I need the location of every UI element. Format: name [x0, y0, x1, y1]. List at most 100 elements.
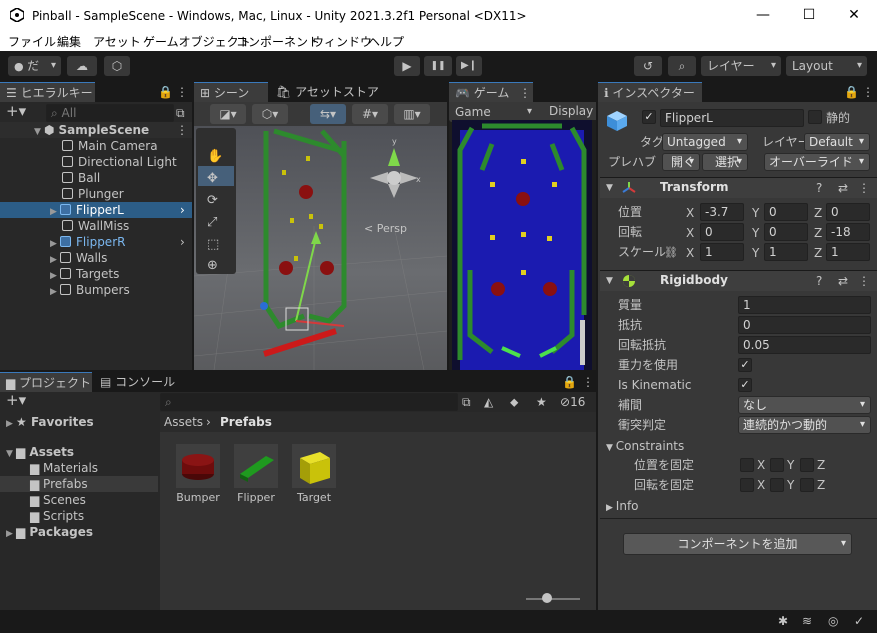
light-bake-icon[interactable]: ◎	[828, 613, 838, 629]
label-icon[interactable]: ⬥	[510, 394, 518, 410]
minimize-button[interactable]: —	[740, 0, 786, 31]
chevron-right-icon[interactable]: ›	[180, 202, 185, 218]
static-checkbox[interactable]	[808, 110, 822, 124]
project-search-input[interactable]: ⌕	[160, 393, 458, 411]
packages-folder[interactable]: ▶ ▆ Packages	[6, 524, 93, 540]
freeze-rot-x-checkbox[interactable]	[740, 478, 754, 492]
scene-viewport[interactable]: ✋ ✥ ⟳ ⤢ ⬚ ⊕ y x < Persp	[194, 126, 447, 370]
history-button[interactable]: ↺	[634, 56, 662, 76]
display-dropdown[interactable]: Display	[549, 103, 593, 119]
kebab-menu-icon[interactable]: ⋮	[862, 84, 874, 100]
lock-icon[interactable]: 🔒	[158, 84, 173, 100]
kebab-menu-icon[interactable]: ⋮	[582, 374, 594, 390]
filter-type-icon[interactable]: ◭	[484, 394, 493, 410]
mass-field[interactable]: 1	[738, 296, 871, 314]
component-menu-icon[interactable]: ⋮	[858, 273, 870, 289]
constraints-foldout[interactable]: ▼ Constraints	[606, 438, 684, 456]
account-dropdown[interactable]: ● だ	[8, 56, 61, 76]
pause-button[interactable]: ❚❚	[424, 56, 452, 76]
is-kinematic-checkbox[interactable]: ✓	[738, 378, 752, 392]
menu-component[interactable]: コンポーネント	[236, 33, 320, 50]
list-item[interactable]: ▶ FlipperR ›	[0, 234, 192, 250]
angular-drag-field[interactable]: 0.05	[738, 336, 871, 354]
tab-project[interactable]: ▆ プロジェクト	[0, 372, 92, 392]
tab-inspector[interactable]: ℹ インスペクター	[598, 82, 702, 102]
list-item[interactable]: Ball	[62, 170, 100, 186]
list-item[interactable]: ▶ Bumpers	[0, 282, 130, 298]
thumbnail-size-slider[interactable]	[526, 598, 580, 600]
add-icon[interactable]: +▾	[6, 103, 26, 119]
drag-field[interactable]: 0	[738, 316, 871, 334]
rotation-y-field[interactable]: 0	[764, 223, 808, 241]
close-button[interactable]: ✕	[831, 0, 877, 31]
slider-handle[interactable]	[542, 593, 552, 603]
menu-window[interactable]: ウィンドウ	[312, 33, 372, 50]
scene-menu-icon[interactable]: ⋮	[176, 122, 188, 138]
tab-console[interactable]: ▤ コンソール	[94, 372, 175, 392]
lock-icon[interactable]: 🔒	[562, 374, 577, 390]
scale-x-field[interactable]: 1	[700, 243, 744, 261]
preset-icon[interactable]: ⇄	[838, 180, 848, 196]
tab-asset-store[interactable]: 🛍 アセットストア	[270, 82, 380, 102]
assets-folder[interactable]: ▼ ▆ Assets	[6, 444, 74, 460]
bug-icon[interactable]: ✱	[778, 613, 788, 629]
cloud-button[interactable]: ☁	[67, 56, 97, 76]
freeze-pos-x-checkbox[interactable]	[740, 458, 754, 472]
component-menu-icon[interactable]: ⋮	[858, 180, 870, 196]
step-button[interactable]: ▶❙	[456, 56, 482, 76]
preset-icon[interactable]: ⇄	[838, 273, 848, 289]
breadcrumb-root[interactable]: Assets	[164, 414, 203, 430]
menu-edit[interactable]: 編集	[57, 33, 81, 50]
layers-dropdown[interactable]: レイヤー	[701, 56, 781, 76]
layer-dropdown[interactable]: Default	[804, 133, 870, 151]
freeze-pos-z-checkbox[interactable]	[800, 458, 814, 472]
freeze-pos-y-checkbox[interactable]	[770, 458, 784, 472]
search-type-icon[interactable]: ⧉	[462, 394, 471, 410]
search-button[interactable]: ⌕	[668, 56, 696, 76]
info-foldout[interactable]: ▶ Info	[606, 498, 639, 516]
menu-gameobject[interactable]: ゲームオブジェクト	[143, 33, 251, 50]
add-icon[interactable]: +▾	[6, 392, 26, 408]
scale-y-field[interactable]: 1	[764, 243, 808, 261]
help-icon[interactable]: ?	[816, 273, 822, 289]
chevron-right-icon[interactable]: ›	[180, 234, 185, 250]
menu-help[interactable]: ヘルプ	[368, 33, 404, 50]
list-item-selected[interactable]: ▶ FlipperL ›	[0, 202, 192, 218]
asset-thumbnail-target[interactable]	[292, 444, 336, 488]
breadcrumb-current[interactable]: Prefabs	[220, 414, 272, 430]
override-dropdown[interactable]: オーバーライド	[764, 153, 870, 171]
asset-thumbnail-bumper[interactable]	[176, 444, 220, 488]
list-item[interactable]: Plunger	[62, 186, 124, 202]
list-item[interactable]: ▆ Scripts	[30, 508, 84, 524]
tab-game[interactable]: 🎮 ゲーム ⋮	[449, 82, 533, 102]
grid-snap-dropdown[interactable]: #▾	[352, 104, 388, 124]
pivot-dropdown[interactable]: ⇆▾	[310, 104, 346, 124]
list-item[interactable]: ▆ Materials	[30, 460, 98, 476]
list-item-selected[interactable]: ▆ Prefabs	[0, 476, 158, 492]
interpolate-dropdown[interactable]: なし	[738, 396, 871, 414]
rotation-z-field[interactable]: -18	[826, 223, 870, 241]
cache-icon[interactable]: ≋	[802, 613, 812, 629]
link-icon[interactable]: ⛓	[664, 245, 678, 261]
menu-file[interactable]: ファイル	[8, 33, 56, 50]
active-checkbox[interactable]: ✓	[642, 110, 656, 124]
use-gravity-checkbox[interactable]: ✓	[738, 358, 752, 372]
collab-button[interactable]: ⬡	[104, 56, 130, 76]
shading-dropdown[interactable]: ⬡▾	[252, 104, 288, 124]
freeze-rot-z-checkbox[interactable]	[800, 478, 814, 492]
rotation-x-field[interactable]: 0	[700, 223, 744, 241]
tag-dropdown[interactable]: Untagged	[662, 133, 748, 151]
favorites-folder[interactable]: ▶ ★ Favorites	[6, 414, 94, 430]
open-button[interactable]: 開く	[662, 153, 700, 171]
layout-dropdown[interactable]: Layout	[786, 56, 867, 76]
hierarchy-search-input[interactable]: ⌕ All	[46, 104, 174, 122]
list-item[interactable]: WallMiss	[62, 218, 129, 234]
help-icon[interactable]: ?	[816, 180, 822, 196]
list-item[interactable]: ▶ Walls	[0, 250, 107, 266]
tab-hierarchy[interactable]: ☰ ヒエラルキー	[0, 82, 95, 102]
list-item[interactable]: ▆ Scenes	[30, 492, 86, 508]
hidden-count[interactable]: ⊘16	[560, 394, 585, 410]
tab-scene[interactable]: ⊞ シーン	[194, 82, 268, 102]
rigidbody-header[interactable]: ▼ Rigidbody ? ⇄ ⋮	[600, 270, 877, 291]
list-item[interactable]: Main Camera	[62, 138, 158, 154]
